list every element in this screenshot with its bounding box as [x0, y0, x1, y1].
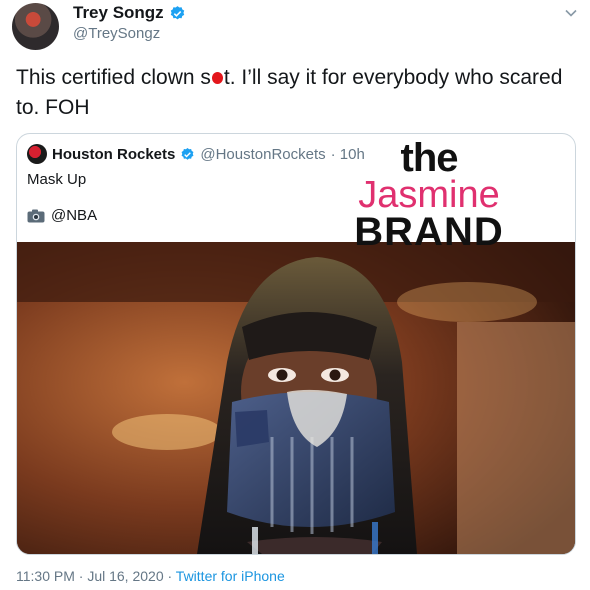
verified-badge-icon	[170, 5, 184, 19]
watermark-line-2: Jasmine	[358, 174, 500, 216]
quoted-author-avatar	[27, 144, 47, 164]
tweet-footer: 11:30 PM · Jul 16, 2020 · Twitter for iP…	[16, 568, 285, 584]
quoted-author-handle: @HoustonRockets	[200, 145, 326, 163]
tweet-source-link[interactable]: Twitter for iPhone	[176, 568, 285, 584]
quoted-tweet-text: Mask Up	[27, 171, 87, 188]
camera-icon	[27, 209, 45, 222]
author-name-row[interactable]: Trey Songz	[73, 3, 186, 23]
redaction-mark	[211, 72, 223, 85]
author-name[interactable]: Trey Songz	[73, 3, 164, 23]
watermark-line-3: BRAND	[354, 210, 504, 254]
verified-badge-icon	[181, 147, 194, 160]
photo-credit: @NBA	[27, 207, 97, 224]
watermark-line-1: the	[400, 136, 459, 180]
chevron-down-icon[interactable]	[564, 6, 578, 20]
quoted-tweet-header: Houston Rockets @HoustonRockets · 10h	[27, 144, 365, 164]
jasmine-brand-watermark: the Jasmine BRAND	[334, 138, 524, 252]
tweet-text-part-1: This certified clown s	[16, 66, 211, 89]
photo-credit-handle: @NBA	[51, 207, 98, 224]
tweet-timestamp[interactable]: 11:30 PM · Jul 16, 2020 ·	[16, 568, 176, 584]
quoted-photo[interactable]	[17, 242, 575, 554]
quoted-author-name: Houston Rockets	[52, 145, 176, 163]
author-avatar[interactable]	[12, 3, 59, 50]
tweet-text: This certified clown s t. I’ll say it for…	[16, 63, 576, 123]
author-handle[interactable]: @TreySongz	[73, 25, 160, 42]
